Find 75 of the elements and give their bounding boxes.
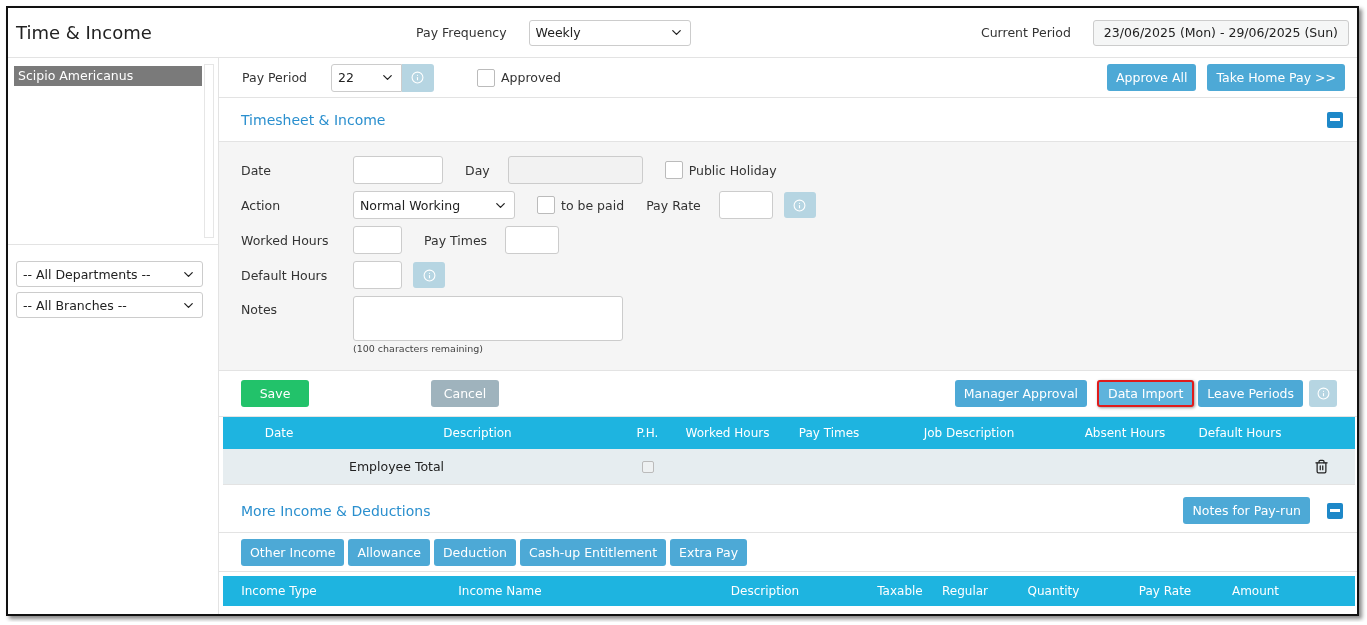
column-header: Quantity bbox=[1026, 584, 1081, 598]
field-label: Current Period bbox=[980, 25, 1071, 40]
current-period-field: 23/06/2025 (Mon) - 29/06/2025 (Sun) bbox=[1092, 19, 1349, 46]
action-button[interactable]: Take Home Pay >> bbox=[1207, 64, 1345, 91]
column-header: Regular bbox=[941, 584, 989, 598]
action-button[interactable]: Leave Periods bbox=[1198, 380, 1303, 407]
column-header: Default Hours bbox=[1197, 426, 1283, 440]
input-field[interactable] bbox=[505, 226, 560, 254]
column-header: Income Name bbox=[457, 584, 543, 598]
field-label: Worked Hours bbox=[241, 232, 330, 248]
collapse-toggle[interactable] bbox=[1327, 502, 1343, 519]
income-tab[interactable]: Cash-up Entitlement bbox=[520, 538, 667, 566]
column-header: P.H. bbox=[635, 426, 660, 440]
field-label: Pay Times bbox=[424, 232, 488, 248]
character-count: (100 characters remaining) bbox=[353, 343, 484, 354]
checkbox-label: to be paid bbox=[561, 197, 625, 213]
field-label: Action bbox=[241, 197, 282, 213]
field-label: Date bbox=[241, 162, 272, 178]
pay-frequency-select[interactable]: Weekly bbox=[528, 19, 691, 46]
action-button[interactable]: Data Import bbox=[1097, 380, 1195, 407]
action-button[interactable]: Manager Approval bbox=[954, 380, 1088, 407]
field-label: Pay Frequency bbox=[416, 25, 507, 40]
info-button[interactable] bbox=[1309, 380, 1337, 407]
checkbox[interactable] bbox=[537, 196, 555, 214]
checkbox-label: Public Holiday bbox=[688, 162, 777, 178]
field-label: Default Hours bbox=[241, 267, 329, 283]
field-label: Day bbox=[465, 162, 490, 178]
action-select[interactable]: Normal Working bbox=[353, 191, 515, 219]
column-header: Description bbox=[442, 426, 513, 440]
column-header: Pay Times bbox=[797, 426, 861, 440]
column-header: Absent Hours bbox=[1083, 426, 1167, 440]
column-header: Income Type bbox=[240, 584, 318, 598]
column-header: Job Description bbox=[922, 426, 1016, 440]
trash-icon[interactable] bbox=[1314, 459, 1329, 474]
save-button[interactable]: Save bbox=[241, 380, 309, 407]
total-label: Employee Total bbox=[348, 459, 446, 474]
income-tab[interactable]: Deduction bbox=[434, 538, 516, 566]
column-header: Taxable bbox=[876, 584, 924, 598]
info-icon bbox=[422, 268, 436, 282]
income-tab[interactable]: Extra Pay bbox=[670, 538, 748, 566]
column-header: Date bbox=[263, 426, 295, 440]
input-field[interactable] bbox=[353, 261, 402, 289]
info-button[interactable] bbox=[783, 192, 816, 218]
input-field[interactable] bbox=[718, 191, 773, 219]
action-button[interactable]: Approve All bbox=[1106, 64, 1197, 91]
info-button[interactable] bbox=[413, 262, 445, 288]
filter-select[interactable]: -- All Departments -- bbox=[16, 261, 203, 287]
input-field[interactable] bbox=[353, 226, 402, 254]
notes-field[interactable] bbox=[353, 296, 623, 341]
field-label: Pay Rate bbox=[646, 197, 701, 213]
notes-button[interactable]: Notes for Pay-run bbox=[1183, 497, 1310, 524]
info-icon bbox=[793, 198, 807, 212]
column-header: Description bbox=[729, 584, 801, 598]
field-label: Pay Period bbox=[242, 70, 307, 85]
section-title: Timesheet & Income bbox=[241, 111, 387, 128]
section-title: More Income & Deductions bbox=[241, 502, 432, 519]
input-field[interactable] bbox=[353, 156, 443, 184]
income-tab[interactable]: Allowance bbox=[348, 538, 430, 566]
field-label: Notes bbox=[241, 301, 279, 319]
collapse-toggle[interactable] bbox=[1327, 111, 1343, 128]
checkbox[interactable] bbox=[664, 161, 683, 179]
column-header: Amount bbox=[1230, 584, 1281, 598]
cancel-button[interactable]: Cancel bbox=[431, 380, 499, 407]
page-title: Time & Income bbox=[16, 22, 153, 43]
employee-item[interactable]: Scipio Americanus bbox=[14, 66, 202, 86]
info-icon bbox=[411, 71, 425, 84]
column-header: Pay Rate bbox=[1137, 584, 1193, 598]
income-tab[interactable]: Other Income bbox=[241, 538, 345, 566]
checkbox-label: Approved bbox=[501, 70, 561, 85]
column-header: Worked Hours bbox=[684, 426, 771, 440]
info-button[interactable] bbox=[402, 63, 434, 92]
info-icon bbox=[1316, 387, 1330, 400]
filter-select[interactable]: -- All Branches -- bbox=[16, 292, 203, 318]
pay-period-select[interactable]: 22 bbox=[331, 63, 402, 92]
checkbox[interactable] bbox=[477, 68, 495, 87]
